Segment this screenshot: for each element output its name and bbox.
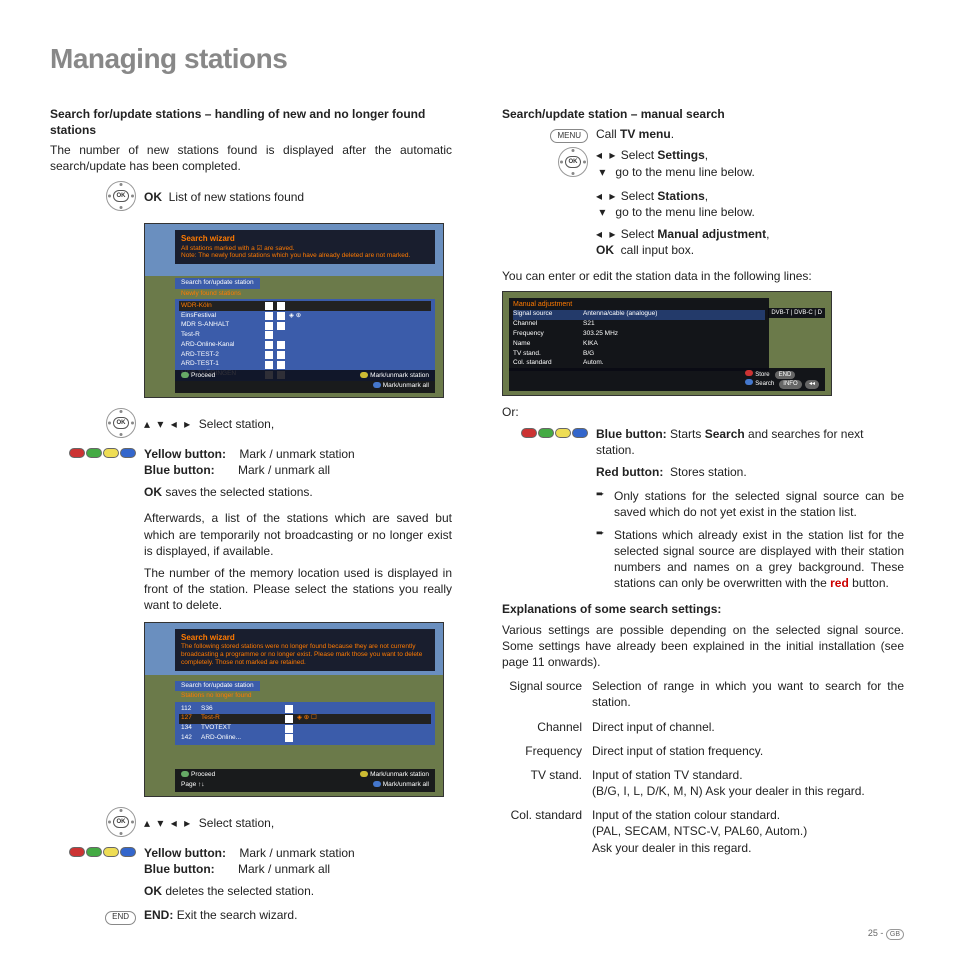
end-button-icon: END xyxy=(105,911,136,925)
down-arrow-icon: ▾ xyxy=(599,165,605,179)
select-station-text: Select station, xyxy=(199,417,274,431)
ok-list-text: List of new stations found xyxy=(169,190,304,204)
section-head-1: Search for/update stations – handling of… xyxy=(50,106,452,138)
select-station-row: OK ▴ ▾ ◂ ▸ Select station, xyxy=(50,408,452,442)
shot1-warn2: Note: The newly found stations which you… xyxy=(181,252,429,260)
settings-row: OK ◂ ▸ Select Settings, ▾ go to the menu… xyxy=(502,147,904,181)
list-item: EinsFestival◈ ⊕ xyxy=(179,311,431,321)
ok-del-row: OK deletes the selected station. xyxy=(144,883,452,899)
shot3-row: Col. standardAutom. xyxy=(513,359,765,369)
bullet-arrow-icon: ➨ xyxy=(596,488,608,520)
intro-text: You can enter or edit the station data i… xyxy=(502,268,904,284)
color-buttons-icon xyxy=(68,847,136,857)
exp-row: Signal sourceSelection of range in which… xyxy=(502,678,904,710)
color-button-row-2: Yellow button: Mark / unmark station Blu… xyxy=(50,845,452,877)
list-item: Test-R xyxy=(179,331,431,341)
menu-row: MENU Call TV menu. xyxy=(502,126,904,143)
ok-navigator-icon: OK xyxy=(106,807,136,837)
yellow-label-2: Yellow button: xyxy=(144,846,226,860)
exp-row: TV stand.Input of station TV standard. (… xyxy=(502,767,904,799)
yellow-label: Yellow button: xyxy=(144,447,226,461)
lr-arrows-icon: ◂ ▸ xyxy=(596,227,617,241)
blue-desc-2: Mark / unmark all xyxy=(238,862,330,876)
shot3-title: Manual adjustment xyxy=(513,300,765,309)
explanations-table: Signal sourceSelection of range in which… xyxy=(502,678,904,856)
bullet-2: ➨ Stations which already exist in the st… xyxy=(596,527,904,592)
exp-row: ChannelDirect input of channel. xyxy=(502,719,904,735)
stations-row: ◂ ▸ Select Stations, ▾ go to the menu li… xyxy=(596,188,904,220)
explanations-intro: Various settings are possible depending … xyxy=(502,622,904,671)
right-column: Search/update station – manual search ME… xyxy=(502,106,904,929)
shot2-title: Search wizard xyxy=(181,633,429,644)
screenshot-new-stations: Search wizard All stations marked with a… xyxy=(144,223,444,398)
lr-arrows-icon: ◂ ▸ xyxy=(596,189,617,203)
list-item: MDR S-ANHALT xyxy=(179,321,431,331)
shot3-row: Signal sourceAntenna/cable (analogue) xyxy=(513,310,765,320)
color-button-row: Yellow button: Mark / unmark station Blu… xyxy=(50,446,452,478)
shot2-tab: Search for/update station xyxy=(175,681,260,692)
lr-arrows-icon: ◂ ▸ xyxy=(596,148,617,162)
left-column: Search for/update stations – handling of… xyxy=(50,106,452,929)
down-arrow-icon: ▾ xyxy=(599,205,605,219)
list-item: ARD-TEST-2 xyxy=(179,350,431,360)
blue-label: Blue button: xyxy=(144,463,215,477)
exp-row: Col. standardInput of the station colour… xyxy=(502,807,904,856)
list-item: 112S36 xyxy=(179,704,431,714)
color-buttons-icon xyxy=(520,428,588,438)
shot3-tabs: DVB-T | DVB-C | D xyxy=(768,308,825,318)
list-item: ARD-Online-Kanal xyxy=(179,340,431,350)
explanations-head: Explanations of some search settings: xyxy=(502,601,904,617)
shot1-subtab: Newly found stations xyxy=(175,289,435,300)
select-station-row-2: OK ▴ ▾ ◂ ▸ Select station, xyxy=(50,807,452,841)
section-head-2: Search/update station – manual search xyxy=(502,106,904,122)
ok-navigator-icon: OK xyxy=(106,408,136,438)
arrows-icon: ▴ ▾ ◂ ▸ xyxy=(144,816,192,830)
shot2-subtab: Stations no longer found xyxy=(175,691,435,702)
shot1-tab: Search for/update station xyxy=(175,278,260,289)
list-item: 127Test-R◈ ⊕ ☐ xyxy=(179,714,431,724)
blue-label-2: Blue button: xyxy=(144,862,215,876)
yellow-desc-2: Mark / unmark station xyxy=(239,846,354,860)
ok-navigator-icon: OK xyxy=(106,181,136,211)
list-item: WDR-Köln xyxy=(179,301,431,311)
page-title: Managing stations xyxy=(50,40,904,78)
after-p2: The number of the memory location used i… xyxy=(144,565,452,614)
manual-adj-row: ◂ ▸ Select Manual adjustment, OK call in… xyxy=(596,226,904,258)
end-row: END END: Exit the search wizard. xyxy=(50,907,452,924)
exp-row: FrequencyDirect input of station frequen… xyxy=(502,743,904,759)
shot3-row: Frequency303.25 MHz xyxy=(513,329,765,339)
yellow-desc: Mark / unmark station xyxy=(239,447,354,461)
list-item: ARD-TEST-1 xyxy=(179,360,431,370)
list-item: 142ARD-Online... xyxy=(179,733,431,743)
columns: Search for/update stations – handling of… xyxy=(50,106,904,929)
shot2-warn: The following stored stations were no lo… xyxy=(181,643,429,666)
ok-row-1: OK OK List of new stations found xyxy=(50,181,452,215)
screenshot-no-longer-found: Search wizard The following stored stati… xyxy=(144,622,444,797)
bullet-1: ➨ Only stations for the selected signal … xyxy=(596,488,904,520)
ok-saves-row: OK saves the selected stations. xyxy=(144,484,452,500)
color-button-row-3: Blue button: Starts Search and searches … xyxy=(502,426,904,481)
shot3-row: TV stand.B/G xyxy=(513,349,765,359)
section1-p1: The number of new stations found is disp… xyxy=(50,142,452,174)
select-station-text-2: Select station, xyxy=(199,816,274,830)
ok-bold: OK xyxy=(144,190,162,204)
arrows-icon: ▴ ▾ ◂ ▸ xyxy=(144,417,192,431)
shot3-row: ChannelS21 xyxy=(513,320,765,330)
or-text: Or: xyxy=(502,404,904,420)
ok-navigator-icon: OK xyxy=(558,147,588,177)
after-p1: Afterwards, a list of the stations which… xyxy=(144,510,452,559)
shot1-title: Search wizard xyxy=(181,234,429,245)
page-number: 25 - GB xyxy=(868,927,904,940)
menu-button-icon: MENU xyxy=(550,129,588,143)
blue-desc: Mark / unmark all xyxy=(238,463,330,477)
shot3-row: NameKIKA xyxy=(513,339,765,349)
list-item: 134TVOTEXT xyxy=(179,724,431,734)
bullet-arrow-icon: ➨ xyxy=(596,527,608,592)
color-buttons-icon xyxy=(68,448,136,458)
shot1-warn1: All stations marked with a ☑ are saved. xyxy=(181,245,429,253)
screenshot-manual-adjust: Manual adjustment Signal sourceAntenna/c… xyxy=(502,291,832,396)
